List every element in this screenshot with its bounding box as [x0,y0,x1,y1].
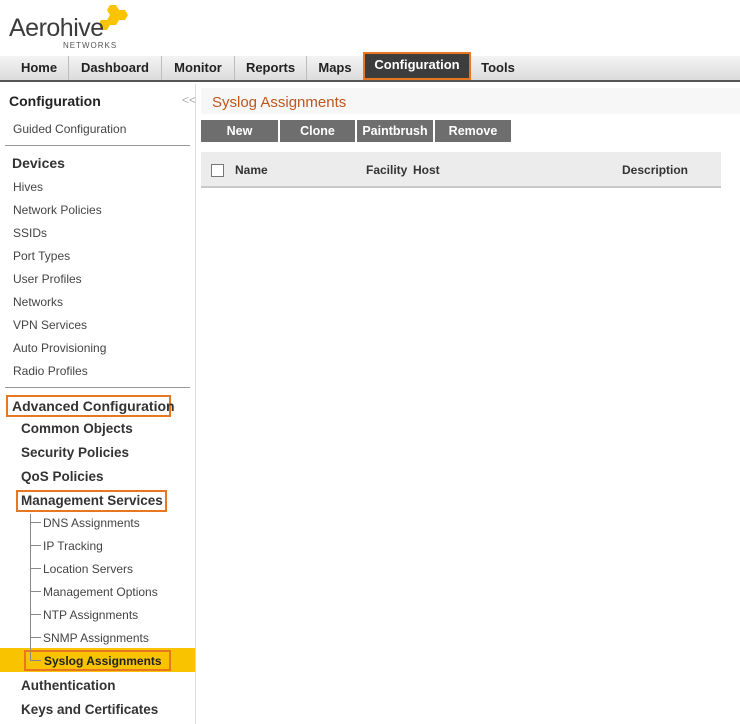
sidebar-item-guided-configuration[interactable]: Guided Configuration [13,122,126,136]
nav-monitor[interactable]: Monitor [162,56,235,80]
sidebar-item-network-policies[interactable]: Network Policies [13,203,102,217]
select-all-checkbox[interactable] [211,164,224,177]
sidebar-item-common-objects[interactable]: Common Objects [21,421,133,436]
sidebar-item-authentication[interactable]: Authentication [21,678,116,693]
nav-home[interactable]: Home [10,56,69,80]
sidebar-item-qos-policies[interactable]: QoS Policies [21,469,104,484]
column-header-name[interactable]: Name [235,163,268,177]
tree-connector [30,637,41,638]
new-button[interactable]: New [201,120,278,142]
column-header-description[interactable]: Description [622,163,688,177]
nav-tools[interactable]: Tools [470,56,526,80]
main-navbar: Home Dashboard Monitor Reports Maps Conf… [0,52,740,82]
sidebar-item-dns-assignments[interactable]: DNS Assignments [43,516,140,530]
sidebar-item-ip-tracking[interactable]: IP Tracking [43,539,103,553]
nav-reports[interactable]: Reports [235,56,307,80]
sidebar-item-management-services[interactable]: Management Services [21,493,163,508]
sidebar-item-vpn-services[interactable]: VPN Services [13,318,87,332]
divider [5,145,190,146]
tree-connector [30,545,41,546]
column-header-facility[interactable]: Facility [366,163,407,177]
nav-dashboard[interactable]: Dashboard [69,56,162,80]
collapse-sidebar-icon[interactable]: << [182,93,196,107]
divider [5,387,190,388]
logo-hexagons-icon [100,5,128,30]
sidebar-item-port-types[interactable]: Port Types [13,249,70,263]
sidebar-item-radio-profiles[interactable]: Radio Profiles [13,364,88,378]
sidebar: Configuration << Guided Configuration De… [0,84,196,724]
tree-connector [30,614,41,615]
tree-connector [30,522,41,523]
sidebar-heading-advanced-configuration[interactable]: Advanced Configuration [12,398,175,414]
sidebar-item-syslog-assignments[interactable]: Syslog Assignments [44,654,162,668]
tree-connector [30,568,41,569]
tree-connector [30,514,31,661]
sidebar-heading-devices[interactable]: Devices [12,155,65,171]
remove-button[interactable]: Remove [435,120,511,142]
sidebar-item-snmp-assignments[interactable]: SNMP Assignments [43,631,149,645]
page-title: Syslog Assignments [212,94,347,111]
tree-connector [30,591,41,592]
sidebar-item-hives[interactable]: Hives [13,180,43,194]
sidebar-item-keys-and-certificates[interactable]: Keys and Certificates [21,702,158,717]
clone-button[interactable]: Clone [280,120,355,142]
sidebar-item-networks[interactable]: Networks [13,295,63,309]
paintbrush-button[interactable]: Paintbrush [357,120,433,142]
nav-configuration[interactable]: Configuration [363,52,471,80]
app-header: Aerohive NETWORKS [0,0,740,58]
sidebar-item-ssids[interactable]: SSIDs [13,226,47,240]
logo-subtext: NETWORKS [63,41,118,50]
logo-text: Aerohive [9,14,104,42]
sidebar-item-security-policies[interactable]: Security Policies [21,445,129,460]
sidebar-item-ntp-assignments[interactable]: NTP Assignments [43,608,138,622]
sidebar-item-location-servers[interactable]: Location Servers [43,562,133,576]
page-title-bar: Syslog Assignments [201,88,740,114]
table-header: Name Facility Host Description [201,152,721,188]
sidebar-title: Configuration [9,93,101,109]
nav-maps[interactable]: Maps [307,56,364,80]
column-header-host[interactable]: Host [413,163,440,177]
sidebar-item-auto-provisioning[interactable]: Auto Provisioning [13,341,106,355]
sidebar-item-user-profiles[interactable]: User Profiles [13,272,82,286]
sidebar-item-management-options[interactable]: Management Options [43,585,158,599]
